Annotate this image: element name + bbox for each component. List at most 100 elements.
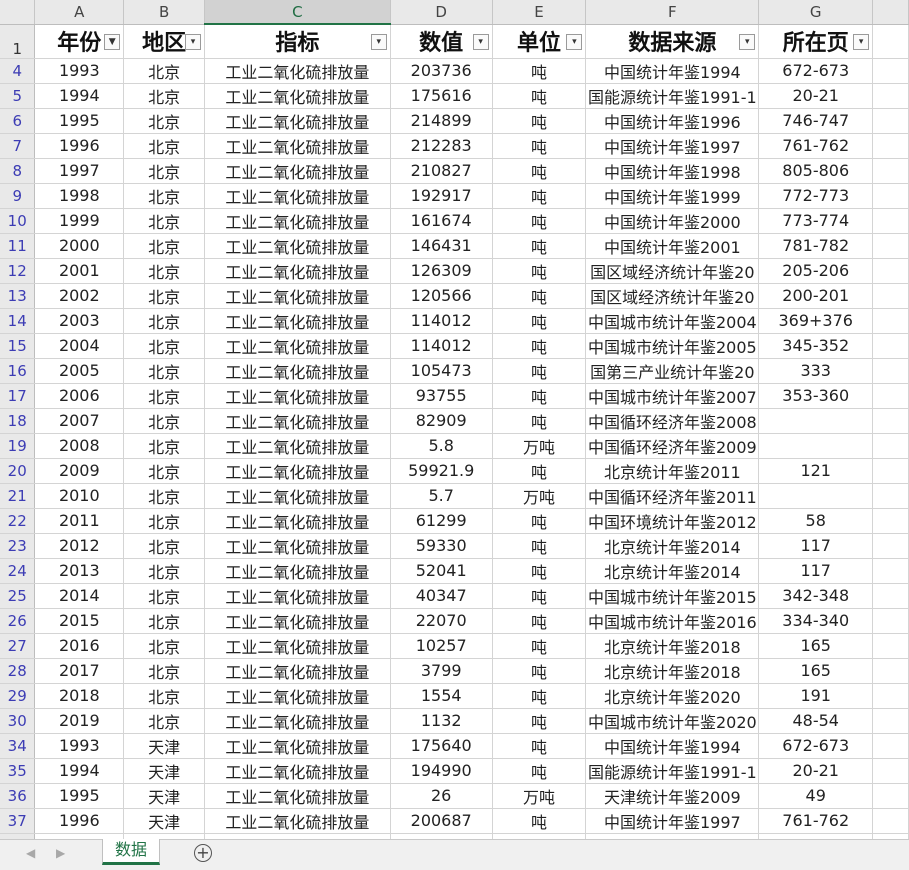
cell-g[interactable]: 205-206 (758, 258, 874, 284)
empty-cell[interactable] (872, 383, 909, 409)
cell-b[interactable]: 天津 (123, 808, 205, 834)
column-header-f[interactable]: F (585, 0, 760, 25)
cell-f[interactable]: 北京统计年鉴2011 (585, 458, 760, 484)
cell-a[interactable]: 2013 (34, 558, 125, 584)
row-number[interactable]: 7 (0, 133, 36, 159)
row-number[interactable]: 35 (0, 758, 36, 784)
cell-c[interactable]: 工业二氧化硫排放量 (204, 458, 391, 484)
cell-e[interactable]: 吨 (492, 133, 587, 159)
row-number[interactable]: 8 (0, 158, 36, 184)
row-number[interactable]: 21 (0, 483, 36, 509)
cell-g[interactable]: 773-774 (758, 208, 874, 234)
cell-b[interactable]: 北京 (123, 483, 205, 509)
cell-g[interactable]: 333 (758, 358, 874, 384)
cell-d[interactable]: 59921.9 (390, 458, 493, 484)
header-cell[interactable]: 所在页 ▾ (758, 24, 874, 59)
cell-f[interactable]: 中国循环经济年鉴2008 (585, 408, 760, 434)
column-header-d[interactable]: D (390, 0, 493, 25)
cell-b[interactable]: 北京 (123, 558, 205, 584)
header-cell[interactable]: 数据来源 ▾ (585, 24, 760, 59)
row-number[interactable]: 12 (0, 258, 36, 284)
cell-g[interactable]: 672-673 (758, 733, 874, 759)
cell-f[interactable]: 中国城市统计年鉴2020 (585, 708, 760, 734)
cell-a[interactable]: 2006 (34, 383, 125, 409)
cell-d[interactable]: 212283 (390, 133, 493, 159)
empty-cell[interactable] (872, 358, 909, 384)
cell-c[interactable]: 工业二氧化硫排放量 (204, 683, 391, 709)
cell-g[interactable]: 200-201 (758, 283, 874, 309)
cell-f[interactable]: 中国环境统计年鉴2012 (585, 508, 760, 534)
cell-g[interactable]: 48-54 (758, 708, 874, 734)
cell-a[interactable]: 2011 (34, 508, 125, 534)
cell-c[interactable]: 工业二氧化硫排放量 (204, 383, 391, 409)
cell-f[interactable]: 中国统计年鉴1997 (585, 808, 760, 834)
cell-c[interactable]: 工业二氧化硫排放量 (204, 183, 391, 209)
cell-d[interactable]: 214899 (390, 108, 493, 134)
cell-a[interactable]: 1994 (34, 83, 125, 109)
cell-c[interactable]: 工业二氧化硫排放量 (204, 558, 391, 584)
row-number[interactable]: 28 (0, 658, 36, 684)
cell-b[interactable]: 北京 (123, 458, 205, 484)
cell-b[interactable]: 北京 (123, 258, 205, 284)
select-all-corner[interactable] (0, 0, 36, 25)
cell-f[interactable]: 国能源统计年鉴1991-1 (585, 758, 760, 784)
cell-c[interactable]: 工业二氧化硫排放量 (204, 708, 391, 734)
row-number[interactable]: 23 (0, 533, 36, 559)
cell-d[interactable]: 126309 (390, 258, 493, 284)
cell-a[interactable]: 2005 (34, 358, 125, 384)
cell-c[interactable]: 工业二氧化硫排放量 (204, 633, 391, 659)
row-number[interactable]: 16 (0, 358, 36, 384)
cell-a[interactable]: 1993 (34, 58, 125, 84)
cell-b[interactable]: 北京 (123, 708, 205, 734)
cell-f[interactable]: 中国城市统计年鉴2016 (585, 608, 760, 634)
cell-d[interactable]: 200687 (390, 808, 493, 834)
cell-g[interactable]: 761-762 (758, 133, 874, 159)
cell-e[interactable]: 吨 (492, 808, 587, 834)
cell-e[interactable]: 吨 (492, 333, 587, 359)
empty-cell[interactable] (872, 83, 909, 109)
cell-g[interactable]: 781-782 (758, 233, 874, 259)
empty-cell[interactable] (872, 108, 909, 134)
cell-b[interactable]: 北京 (123, 208, 205, 234)
cell-e[interactable]: 吨 (492, 208, 587, 234)
cell-f[interactable]: 中国城市统计年鉴2004 (585, 308, 760, 334)
empty-cell[interactable] (872, 158, 909, 184)
cell-c[interactable]: 工业二氧化硫排放量 (204, 783, 391, 809)
empty-cell[interactable] (872, 183, 909, 209)
cell-f[interactable]: 北京统计年鉴2018 (585, 633, 760, 659)
header-cell[interactable]: 年份 ▼ (34, 24, 125, 59)
column-header-g[interactable]: G (758, 0, 874, 25)
cell-d[interactable]: 192917 (390, 183, 493, 209)
cell-g[interactable] (758, 408, 874, 434)
cell-e[interactable]: 吨 (492, 358, 587, 384)
cell-g[interactable]: 345-352 (758, 333, 874, 359)
cell-e[interactable]: 吨 (492, 508, 587, 534)
cell-a[interactable]: 1996 (34, 808, 125, 834)
cell-g[interactable]: 761-762 (758, 808, 874, 834)
empty-cell[interactable] (872, 333, 909, 359)
cell-b[interactable]: 北京 (123, 108, 205, 134)
cell-e[interactable]: 吨 (492, 558, 587, 584)
cell-b[interactable]: 北京 (123, 433, 205, 459)
cell-c[interactable]: 工业二氧化硫排放量 (204, 133, 391, 159)
cell-f[interactable]: 中国统计年鉴2001 (585, 233, 760, 259)
cell-g[interactable]: 772-773 (758, 183, 874, 209)
cell-e[interactable]: 吨 (492, 283, 587, 309)
cell-c[interactable]: 工业二氧化硫排放量 (204, 83, 391, 109)
empty-cell[interactable] (872, 308, 909, 334)
cell-f[interactable]: 中国统计年鉴1997 (585, 133, 760, 159)
cell-e[interactable]: 吨 (492, 158, 587, 184)
dropdown-arrow-icon[interactable]: ▾ (185, 33, 201, 50)
cell-b[interactable]: 北京 (123, 633, 205, 659)
cell-a[interactable]: 1996 (34, 133, 125, 159)
cell-b[interactable]: 北京 (123, 283, 205, 309)
cell-a[interactable]: 2015 (34, 608, 125, 634)
row-number[interactable]: 26 (0, 608, 36, 634)
cell-g[interactable] (758, 433, 874, 459)
cell-d[interactable]: 22070 (390, 608, 493, 634)
cell-b[interactable]: 北京 (123, 333, 205, 359)
cell-d[interactable]: 82909 (390, 408, 493, 434)
cell-f[interactable]: 北京统计年鉴2014 (585, 533, 760, 559)
cell-g[interactable]: 334-340 (758, 608, 874, 634)
dropdown-arrow-icon[interactable]: ▾ (472, 33, 489, 50)
